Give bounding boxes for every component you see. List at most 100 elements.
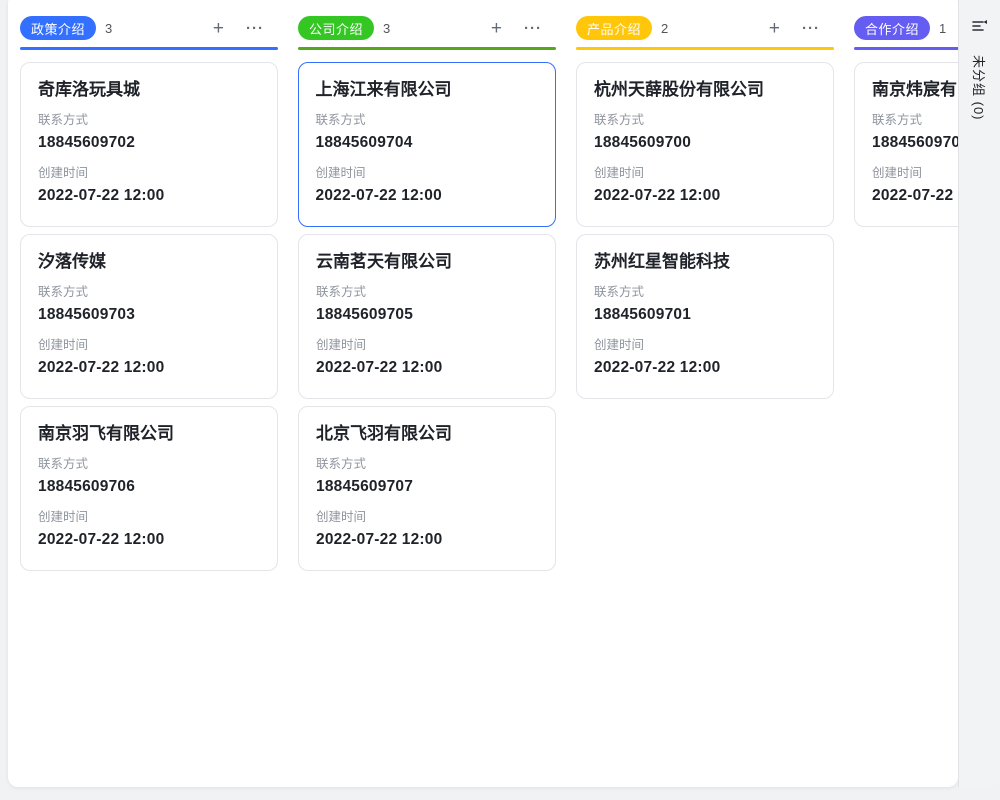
card-list: 南京炜宸有限公司 联系方式 18845609708 创建时间 2022-07-2…	[854, 62, 958, 227]
field-value: 18845609708	[872, 133, 958, 153]
card-field: 联系方式 18845609705	[316, 283, 538, 325]
field-label: 联系方式	[38, 455, 260, 473]
field-value: 18845609700	[594, 133, 816, 153]
collapse-groups-icon	[971, 17, 988, 37]
kanban-card[interactable]: 苏州红星智能科技 联系方式 18845609701 创建时间 2022-07-2…	[576, 234, 834, 399]
card-field: 联系方式 18845609707	[316, 455, 538, 497]
card-field: 创建时间 2022-07-22 12:00	[316, 336, 538, 378]
card-fields: 联系方式 18845609703 创建时间 2022-07-22 12:00	[38, 283, 260, 378]
group-count: 3	[105, 21, 112, 36]
column-header: 政策介绍 3 + ···	[20, 16, 278, 40]
column-underline	[20, 47, 278, 50]
field-label: 创建时间	[594, 164, 816, 182]
card-field: 创建时间 2022-07-22 12:00	[316, 508, 538, 550]
plus-icon: +	[769, 18, 780, 39]
kanban-column: 公司介绍 3 + ··· 上海江来有限公司 联系方式 18845609704 创…	[298, 16, 556, 571]
card-field: 联系方式 18845609702	[38, 111, 260, 153]
field-value: 18845609702	[38, 133, 260, 153]
field-value: 2022-07-22 12:00	[594, 186, 816, 206]
ellipsis-icon: ···	[524, 20, 542, 37]
field-label: 联系方式	[316, 283, 538, 301]
field-label: 创建时间	[38, 164, 260, 182]
group-count: 1	[939, 21, 946, 36]
ellipsis-icon: ···	[246, 20, 264, 37]
kanban-column: 产品介绍 2 + ··· 杭州天薛股份有限公司 联系方式 18845609700…	[576, 16, 834, 571]
card-fields: 联系方式 18845609702 创建时间 2022-07-22 12:00	[38, 111, 260, 206]
column-more-button[interactable]: ···	[798, 19, 824, 38]
kanban-board: 政策介绍 3 + ··· 奇库洛玩具城 联系方式 18845609702 创建时…	[8, 0, 958, 787]
card-title: 云南茗天有限公司	[316, 250, 538, 273]
card-field: 创建时间 2022-07-22 12:00	[594, 336, 816, 378]
field-label: 联系方式	[594, 111, 816, 129]
card-title: 杭州天薛股份有限公司	[594, 78, 816, 101]
kanban-card[interactable]: 上海江来有限公司 联系方式 18845609704 创建时间 2022-07-2…	[298, 62, 556, 227]
card-field: 联系方式 18845609700	[594, 111, 816, 153]
card-list: 杭州天薛股份有限公司 联系方式 18845609700 创建时间 2022-07…	[576, 62, 834, 399]
kanban-card[interactable]: 南京羽飞有限公司 联系方式 18845609706 创建时间 2022-07-2…	[20, 406, 278, 571]
card-fields: 联系方式 18845609704 创建时间 2022-07-22 12:00	[316, 111, 539, 206]
field-value: 2022-07-22 12:00	[316, 186, 539, 206]
card-title: 奇库洛玩具城	[38, 78, 260, 101]
field-value: 18845609704	[316, 133, 539, 153]
field-label: 创建时间	[594, 336, 816, 354]
card-fields: 联系方式 18845609700 创建时间 2022-07-22 12:00	[594, 111, 816, 206]
field-label: 创建时间	[316, 164, 539, 182]
group-pill[interactable]: 产品介绍	[576, 16, 652, 40]
column-more-button[interactable]: ···	[520, 19, 546, 38]
field-label: 联系方式	[316, 111, 539, 129]
group-count: 2	[661, 21, 668, 36]
plus-icon: +	[491, 18, 502, 39]
field-value: 18845609701	[594, 305, 816, 325]
card-fields: 联系方式 18845609705 创建时间 2022-07-22 12:00	[316, 283, 538, 378]
column-more-button[interactable]: ···	[242, 19, 268, 38]
collapsed-groups-rail[interactable]: 未分组 (0)	[958, 0, 1000, 787]
add-card-button[interactable]: +	[209, 17, 228, 40]
field-label: 联系方式	[594, 283, 816, 301]
field-value: 18845609707	[316, 477, 538, 497]
card-field: 创建时间 2022-07-22 12:00	[38, 164, 260, 206]
kanban-card[interactable]: 南京炜宸有限公司 联系方式 18845609708 创建时间 2022-07-2…	[854, 62, 958, 227]
card-title: 苏州红星智能科技	[594, 250, 816, 273]
group-pill[interactable]: 政策介绍	[20, 16, 96, 40]
column-header: 公司介绍 3 + ···	[298, 16, 556, 40]
field-label: 联系方式	[316, 455, 538, 473]
kanban-card[interactable]: 云南茗天有限公司 联系方式 18845609705 创建时间 2022-07-2…	[298, 234, 556, 399]
kanban-columns: 政策介绍 3 + ··· 奇库洛玩具城 联系方式 18845609702 创建时…	[8, 0, 958, 571]
add-card-button[interactable]: +	[487, 17, 506, 40]
card-list: 奇库洛玩具城 联系方式 18845609702 创建时间 2022-07-22 …	[20, 62, 278, 571]
group-pill[interactable]: 公司介绍	[298, 16, 374, 40]
add-card-button[interactable]: +	[765, 17, 784, 40]
column-underline	[576, 47, 834, 50]
kanban-card[interactable]: 杭州天薛股份有限公司 联系方式 18845609700 创建时间 2022-07…	[576, 62, 834, 227]
expand-groups-button[interactable]	[969, 16, 991, 38]
field-label: 创建时间	[38, 508, 260, 526]
field-value: 2022-07-22 12:00	[872, 186, 958, 206]
card-field: 创建时间 2022-07-22 12:00	[316, 164, 539, 206]
card-title: 北京飞羽有限公司	[316, 422, 538, 445]
kanban-card[interactable]: 奇库洛玩具城 联系方式 18845609702 创建时间 2022-07-22 …	[20, 62, 278, 227]
card-field: 联系方式 18845609701	[594, 283, 816, 325]
ungrouped-label[interactable]: 未分组 (0)	[970, 55, 989, 121]
card-field: 创建时间 2022-07-22 12:00	[872, 164, 958, 206]
card-field: 创建时间 2022-07-22 12:00	[38, 336, 260, 378]
group-pill[interactable]: 合作介绍	[854, 16, 930, 40]
card-title: 汐落传媒	[38, 250, 260, 273]
card-fields: 联系方式 18845609707 创建时间 2022-07-22 12:00	[316, 455, 538, 550]
group-pill-label: 合作介绍	[865, 19, 919, 38]
group-pill-label: 公司介绍	[309, 19, 363, 38]
card-title: 上海江来有限公司	[316, 78, 539, 101]
field-value: 2022-07-22 12:00	[38, 186, 260, 206]
plus-icon: +	[213, 18, 224, 39]
group-count: 3	[383, 21, 390, 36]
card-title: 南京羽飞有限公司	[38, 422, 260, 445]
kanban-column: 政策介绍 3 + ··· 奇库洛玩具城 联系方式 18845609702 创建时…	[20, 16, 278, 571]
kanban-card[interactable]: 北京飞羽有限公司 联系方式 18845609707 创建时间 2022-07-2…	[298, 406, 556, 571]
kanban-column: 合作介绍 1 + ··· 南京炜宸有限公司 联系方式 18845609708 创…	[854, 16, 958, 571]
field-label: 创建时间	[38, 336, 260, 354]
card-fields: 联系方式 18845609706 创建时间 2022-07-22 12:00	[38, 455, 260, 550]
kanban-card[interactable]: 汐落传媒 联系方式 18845609703 创建时间 2022-07-22 12…	[20, 234, 278, 399]
card-fields: 联系方式 18845609708 创建时间 2022-07-22 12:00	[872, 111, 958, 206]
ellipsis-icon: ···	[802, 20, 820, 37]
column-underline	[854, 47, 958, 50]
field-label: 创建时间	[872, 164, 958, 182]
